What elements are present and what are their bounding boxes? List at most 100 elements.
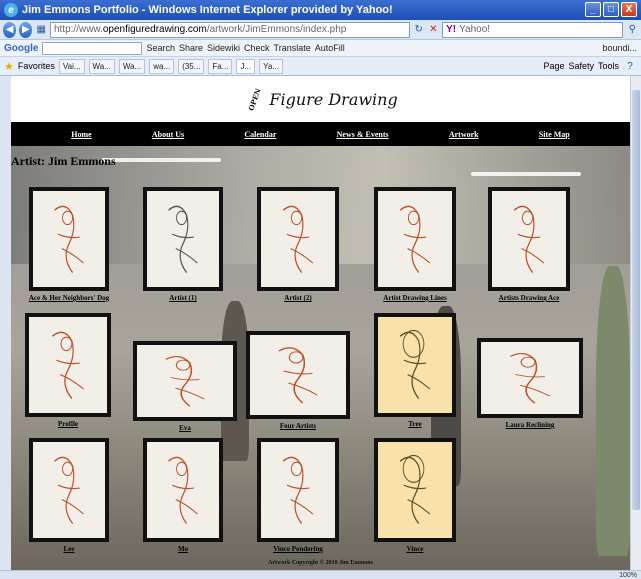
tab[interactable]: Wa... [118,58,146,74]
sketch-drawing [278,347,318,404]
window-title: Jim Emmons Portfolio - Windows Internet … [22,4,393,16]
artwork-thumbnail[interactable] [143,438,223,542]
vertical-scrollbar[interactable] [630,76,641,570]
nav-about-us[interactable]: About Us [152,130,184,139]
artwork-caption[interactable]: Ace & Her Neighbors' Dog [11,294,129,302]
google-logo: Google [4,42,39,54]
nav-artwork[interactable]: Artwork [449,130,479,139]
sidewiki-button[interactable]: Sidewiki [207,43,240,53]
sketch-drawing [282,456,314,525]
artwork-thumbnail[interactable] [257,187,339,291]
yahoo-icon: Y! [446,24,457,35]
nav-calendar[interactable]: Calendar [244,130,276,139]
artwork-caption[interactable]: Vince Pondering [237,545,359,553]
background-person [596,266,630,556]
google-search-input[interactable] [42,41,143,55]
artwork-caption[interactable]: Artist (1) [123,294,243,302]
artwork-thumbnail[interactable] [246,331,350,419]
refresh-icon[interactable]: ↻ [413,23,425,37]
tools-menu[interactable]: Tools [598,61,619,71]
maximize-button[interactable]: □ [603,2,619,17]
page-menu[interactable]: Page [543,61,564,71]
tab-active[interactable]: J... [236,58,256,74]
favorites-bar: ★ Favorites Vai... Wa... Wa... wa... (35… [0,57,641,76]
site-nav: Home About Us Calendar News & Events Art… [11,122,630,146]
back-button[interactable]: ◀ [3,21,17,38]
search-icon[interactable]: ⚲ [626,23,638,37]
sketch-drawing [399,329,431,400]
sketch-drawing [399,454,431,525]
nav-home[interactable]: Home [71,130,91,139]
window-controls: _ □ X [585,2,637,17]
sketch-drawing [513,205,545,274]
close-button[interactable]: X [621,2,637,17]
sketch-drawing [52,331,84,400]
artwork-caption[interactable]: Laura Reclining [457,421,603,429]
site-logo[interactable]: OPEN Figure Drawing [243,87,398,112]
tab[interactable]: Ya... [259,58,283,74]
url-field[interactable]: http://www. openfiguredrawing.com/artwork… [49,21,410,38]
minimize-button[interactable]: _ [585,2,601,17]
artwork-caption[interactable]: Four Artists [226,422,370,430]
sketch-drawing [54,205,84,274]
artwork-thumbnail[interactable] [133,341,237,421]
nav-news-events[interactable]: News & Events [337,130,389,139]
artist-heading: Artist: Jim Emmons [11,154,116,168]
nav-site-map[interactable]: Site Map [539,130,570,139]
url-path: /artwork/JimEmmons/index.php [206,24,347,35]
ie-icon: e [4,3,18,17]
artwork-thumbnail[interactable] [29,438,109,542]
safety-menu[interactable]: Safety [568,61,594,71]
google-share-button[interactable]: Share [179,43,203,53]
zoom-level[interactable]: 100% [619,572,637,579]
artwork-thumbnail[interactable] [374,187,456,291]
artwork-thumbnail[interactable] [25,313,111,417]
url-domain: openfiguredrawing.com [102,24,207,35]
translate-button[interactable]: Translate [274,43,311,53]
tab[interactable]: Wa... [88,58,115,74]
window-titlebar: e Jim Emmons Portfolio - Windows Interne… [0,0,641,20]
sketch-drawing [399,205,431,274]
help-icon[interactable]: ? [623,59,637,73]
tab[interactable]: Fa... [208,58,233,74]
favorites-button[interactable]: Favorites [18,61,55,71]
check-button[interactable]: Check [244,43,270,53]
tab[interactable]: wa... [149,58,175,74]
artwork-caption[interactable]: Lee [11,545,129,553]
google-account-button[interactable]: boundi... [602,43,637,53]
status-bar: 100% [0,570,641,579]
artwork-caption[interactable]: Vince [354,545,476,553]
sketch-drawing [509,352,550,404]
logo-text: Figure Drawing [269,89,398,109]
forward-button[interactable]: ▶ [19,21,33,38]
artwork-thumbnail[interactable] [477,338,583,418]
sketch-drawing [165,355,205,407]
artwork-caption[interactable]: Artist Drawing Lines [354,294,476,302]
tab[interactable]: (35... [178,58,205,74]
artwork-thumbnail[interactable] [374,438,456,542]
artwork-caption[interactable]: Artists Drawing Ace [468,294,590,302]
artwork-thumbnail[interactable] [29,187,109,291]
artwork-thumbnail[interactable] [488,187,570,291]
ceiling-light [101,158,221,162]
copyright-text: Artwork Copyright © 2010 Jim Emmons [268,560,373,566]
artwork-caption[interactable]: Mo [123,545,243,553]
favorites-star-icon: ★ [4,60,14,73]
artwork-thumbnail[interactable] [257,438,339,542]
scrollbar-thumb[interactable] [632,90,640,510]
artwork-thumbnail[interactable] [143,187,223,291]
artwork-thumbnail[interactable] [374,313,456,417]
window-left-edge [0,76,11,570]
sketch-drawing [282,205,314,274]
stop-icon[interactable]: ✕ [428,23,440,37]
url-prefix: http://www. [53,24,103,35]
page-content: OPEN Figure Drawing Home About Us Calend… [11,76,630,570]
autofill-button[interactable]: AutoFill [315,43,345,53]
artwork-caption[interactable]: Artist (2) [237,294,359,302]
site-header: OPEN Figure Drawing [11,76,630,122]
tab[interactable]: Vai... [58,58,85,74]
sketch-drawing [168,205,198,274]
google-search-button[interactable]: Search [146,43,175,53]
search-input[interactable]: Y! Yahoo! [442,21,624,38]
sketch-drawing [54,456,84,525]
